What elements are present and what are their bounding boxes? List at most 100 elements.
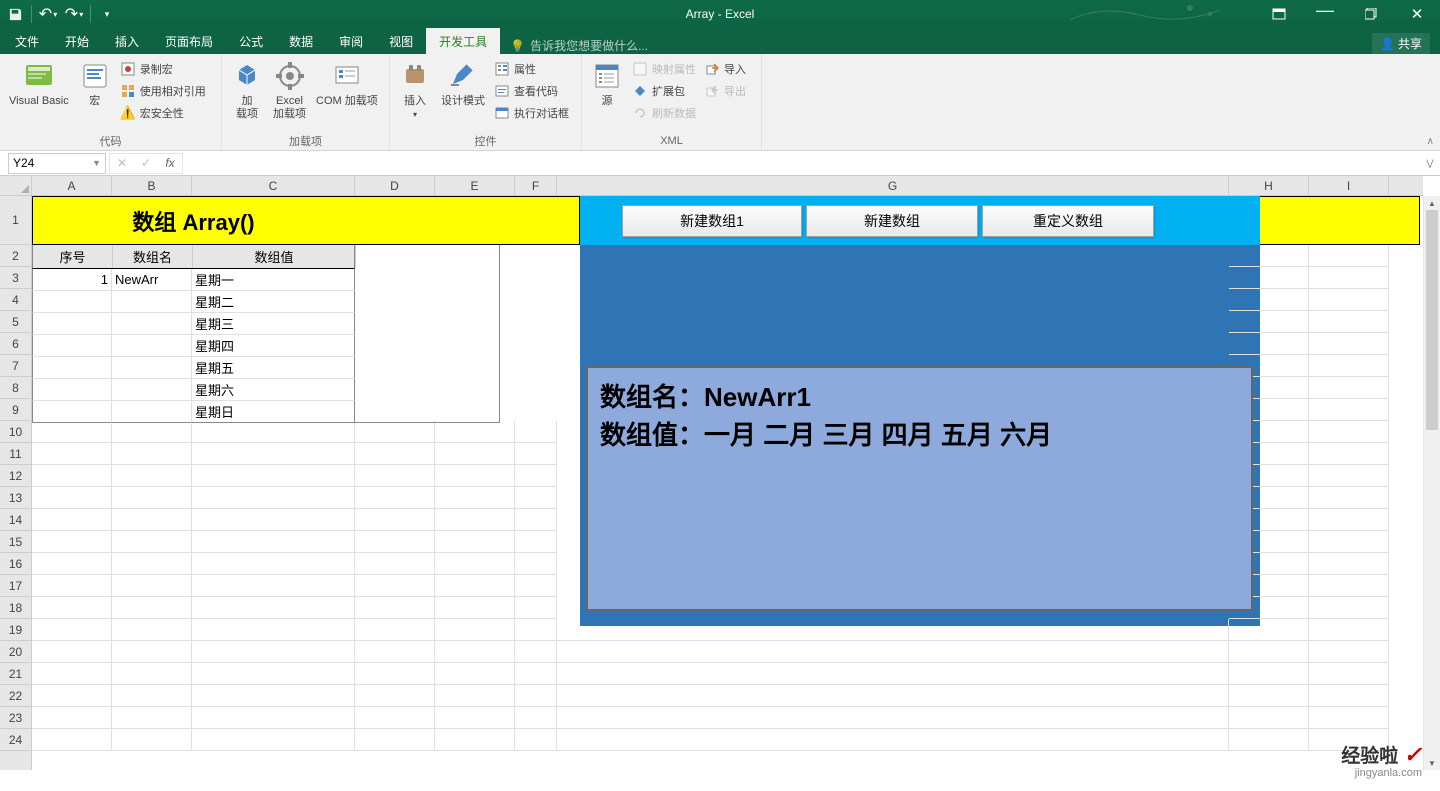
grid-cell[interactable]: [112, 641, 192, 663]
grid-cell[interactable]: [192, 487, 355, 509]
grid-cell[interactable]: [515, 575, 557, 597]
com-addins-button[interactable]: COM 加载项: [311, 57, 383, 131]
enter-formula-button[interactable]: ✓: [134, 153, 158, 174]
create-array-button[interactable]: 新建数组: [806, 205, 978, 237]
grid-cell[interactable]: [515, 663, 557, 685]
tab-formulas[interactable]: 公式: [226, 28, 276, 54]
grid-cell[interactable]: [32, 597, 112, 619]
col-header-A[interactable]: A: [32, 176, 112, 195]
grid-cell[interactable]: [112, 575, 192, 597]
grid-cell[interactable]: [192, 707, 355, 729]
col-header-I[interactable]: I: [1309, 176, 1389, 195]
vertical-scrollbar[interactable]: ▲ ▼: [1423, 196, 1440, 770]
grid-cell[interactable]: [32, 663, 112, 685]
grid-cell[interactable]: [112, 663, 192, 685]
table-cell[interactable]: [32, 335, 112, 357]
maximize-button[interactable]: [1348, 0, 1394, 28]
qat-undo[interactable]: ↶▾: [36, 2, 60, 26]
ribbon-display-options[interactable]: [1256, 0, 1302, 28]
grid-cell[interactable]: [1229, 707, 1309, 729]
grid-cell[interactable]: [1309, 509, 1389, 531]
grid-cell[interactable]: [1309, 663, 1389, 685]
design-mode-button[interactable]: 设计模式: [436, 57, 490, 131]
grid-cell[interactable]: [1309, 619, 1389, 641]
grid-cell[interactable]: [355, 619, 435, 641]
grid-cell[interactable]: [557, 729, 1229, 751]
val-cell[interactable]: 星期一: [192, 269, 355, 291]
name-cell[interactable]: NewArr: [112, 269, 192, 291]
grid-cell[interactable]: [435, 465, 515, 487]
grid-cell[interactable]: [557, 663, 1229, 685]
grid-cell[interactable]: [1309, 553, 1389, 575]
tell-me-search[interactable]: 💡 告诉我您想要做什么...: [510, 37, 648, 54]
map-properties-button[interactable]: 映射属性: [632, 59, 696, 79]
grid-cell[interactable]: [435, 531, 515, 553]
row-header-3[interactable]: 3: [0, 267, 31, 289]
row-header-15[interactable]: 15: [0, 531, 31, 553]
grid-cell[interactable]: [1309, 531, 1389, 553]
grid-cell[interactable]: [557, 619, 1229, 641]
grid-cell[interactable]: [435, 509, 515, 531]
grid-cell[interactable]: [515, 465, 557, 487]
val-cell[interactable]: 星期六: [192, 379, 355, 401]
row-header-4[interactable]: 4: [0, 289, 31, 311]
grid-cell[interactable]: [192, 553, 355, 575]
record-macro-button[interactable]: 录制宏: [120, 59, 206, 79]
grid-cell[interactable]: [1229, 663, 1309, 685]
scroll-up-arrow[interactable]: ▲: [1424, 196, 1440, 210]
select-all-corner[interactable]: [0, 176, 32, 196]
val-cell[interactable]: 星期三: [192, 313, 355, 335]
grid-cell[interactable]: [32, 619, 112, 641]
redefine-array-button[interactable]: 重定义数组: [982, 205, 1154, 237]
grid-cell[interactable]: [515, 509, 557, 531]
grid-cell[interactable]: [435, 575, 515, 597]
grid-cell[interactable]: [435, 597, 515, 619]
row-header-8[interactable]: 8: [0, 377, 31, 399]
grid-cell[interactable]: [435, 707, 515, 729]
row-header-10[interactable]: 10: [0, 421, 31, 443]
grid-cell[interactable]: [435, 443, 515, 465]
row-header-2[interactable]: 2: [0, 245, 31, 267]
qat-redo[interactable]: ↷▾: [62, 2, 86, 26]
grid-cell[interactable]: [355, 707, 435, 729]
grid-cell[interactable]: [1309, 289, 1389, 311]
grid-cell[interactable]: [112, 729, 192, 751]
grid-cell[interactable]: [1229, 333, 1309, 355]
grid-cell[interactable]: [32, 421, 112, 443]
grid-cell[interactable]: [32, 707, 112, 729]
grid-cell[interactable]: [355, 465, 435, 487]
grid-cell[interactable]: [112, 509, 192, 531]
grid-cell[interactable]: [1309, 575, 1389, 597]
table-cell[interactable]: [32, 401, 112, 423]
grid-cell[interactable]: [32, 641, 112, 663]
tab-review[interactable]: 审阅: [326, 28, 376, 54]
grid-cell[interactable]: [515, 641, 557, 663]
macro-security-button[interactable]: ⚠️宏安全性: [120, 103, 206, 123]
qat-save[interactable]: [3, 2, 27, 26]
grid-cell[interactable]: [112, 553, 192, 575]
visual-basic-button[interactable]: Visual Basic: [4, 57, 74, 131]
grid-cell[interactable]: [192, 685, 355, 707]
xml-source-button[interactable]: 源: [586, 57, 628, 131]
use-relative-references-button[interactable]: 使用相对引用: [120, 81, 206, 101]
row-header-7[interactable]: 7: [0, 355, 31, 377]
grid-cell[interactable]: [435, 553, 515, 575]
row-header-6[interactable]: 6: [0, 333, 31, 355]
grid-cell[interactable]: [515, 597, 557, 619]
row-header-19[interactable]: 19: [0, 619, 31, 641]
grid-cell[interactable]: [435, 685, 515, 707]
grid-cell[interactable]: [515, 553, 557, 575]
table-cell[interactable]: [112, 291, 192, 313]
grid-cell[interactable]: [1229, 729, 1309, 751]
val-cell[interactable]: 星期四: [192, 335, 355, 357]
grid-cell[interactable]: [355, 685, 435, 707]
grid-cell[interactable]: [1229, 641, 1309, 663]
tab-file[interactable]: 文件: [2, 28, 52, 54]
formula-input[interactable]: [183, 153, 1420, 174]
share-button[interactable]: 👤 共享: [1372, 33, 1430, 54]
col-header-B[interactable]: B: [112, 176, 192, 195]
minimize-button[interactable]: —: [1302, 0, 1348, 28]
row-header-9[interactable]: 9: [0, 399, 31, 421]
grid-cell[interactable]: [557, 641, 1229, 663]
tab-data[interactable]: 数据: [276, 28, 326, 54]
